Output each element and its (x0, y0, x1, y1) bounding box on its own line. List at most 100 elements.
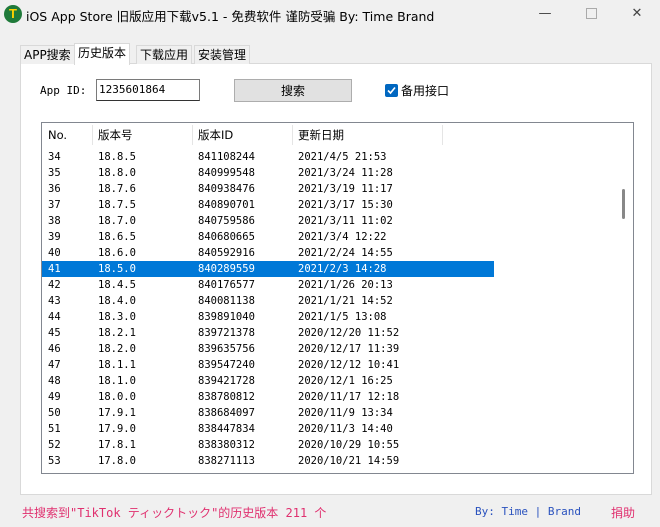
row-update-date: 2021/2/24 14:55 (298, 247, 393, 259)
row-update-date: 2020/12/17 11:39 (298, 343, 400, 355)
row-no: 39 (48, 231, 61, 243)
scrollbar-thumb[interactable] (622, 189, 625, 219)
tab-app-search[interactable]: APP搜索 (20, 45, 75, 64)
row-no: 53 (48, 455, 61, 467)
table-row[interactable]: 42 18.4.5 840176577 2021/1/26 20:13 (42, 277, 494, 293)
maximize-button[interactable] (568, 0, 614, 30)
row-version: 18.4.5 (98, 279, 136, 291)
table-row[interactable]: 49 18.0.0 838780812 2020/11/17 12:18 (42, 389, 494, 405)
row-version-id: 840890701 (198, 199, 255, 211)
row-version: 18.7.6 (98, 183, 136, 195)
table-row[interactable]: 48 18.1.0 839421728 2020/12/1 16:25 (42, 373, 494, 389)
column-header-version[interactable]: 版本号 (92, 123, 192, 147)
row-no: 45 (48, 327, 61, 339)
row-version: 18.6.0 (98, 247, 136, 259)
row-version-id: 840176577 (198, 279, 255, 291)
donate-link[interactable]: 捐助 (611, 504, 635, 521)
tab-download-app[interactable]: 下载应用 (136, 45, 193, 64)
row-version-id: 840759586 (198, 215, 255, 227)
row-version-id: 838684097 (198, 407, 255, 419)
backup-api-label[interactable]: 备用接口 (401, 82, 449, 99)
row-version-id: 838780812 (198, 391, 255, 403)
row-no: 40 (48, 247, 61, 259)
row-version: 18.1.0 (98, 375, 136, 387)
row-version: 18.8.0 (98, 167, 136, 179)
row-no: 36 (48, 183, 61, 195)
row-version-id: 840680665 (198, 231, 255, 243)
row-version-id: 840289559 (198, 263, 255, 275)
table-row[interactable]: 51 17.9.0 838447834 2020/11/3 14:40 (42, 421, 494, 437)
column-header-version-id[interactable]: 版本ID (192, 123, 292, 147)
row-version: 17.9.1 (98, 407, 136, 419)
row-version: 18.0.0 (98, 391, 136, 403)
version-list[interactable]: No. 版本号 版本ID 更新日期 34 18.8.5 841108244 2021/… (41, 122, 634, 474)
row-version-id: 839421728 (198, 375, 255, 387)
row-no: 49 (48, 391, 61, 403)
row-update-date: 2020/11/17 12:18 (298, 391, 400, 403)
minimize-button[interactable]: — (522, 0, 568, 30)
row-no: 37 (48, 199, 61, 211)
row-update-date: 2021/3/24 11:28 (298, 167, 393, 179)
row-update-date: 2021/1/26 20:13 (298, 279, 393, 291)
row-no: 44 (48, 311, 61, 323)
window-title: iOS App Store 旧版应用下载v5.1 - 免费软件 谨防受骗 By:… (26, 9, 435, 24)
table-row[interactable]: 36 18.7.6 840938476 2021/3/19 11:17 (42, 181, 494, 197)
table-row[interactable]: 41 18.5.0 840289559 2021/2/3 14:28 (42, 261, 494, 277)
row-update-date: 2021/3/11 11:02 (298, 215, 393, 227)
row-no: 38 (48, 215, 61, 227)
row-update-date: 2020/11/9 13:34 (298, 407, 393, 419)
row-version: 18.1.1 (98, 359, 136, 371)
row-version-id: 839635756 (198, 343, 255, 355)
row-no: 50 (48, 407, 61, 419)
table-row[interactable]: 37 18.7.5 840890701 2021/3/17 15:30 (42, 197, 494, 213)
tab-history-versions[interactable]: 历史版本 (74, 43, 131, 65)
table-row[interactable]: 50 17.9.1 838684097 2020/11/9 13:34 (42, 405, 494, 421)
row-version: 18.8.5 (98, 151, 136, 163)
column-header-update-date[interactable]: 更新日期 (292, 123, 442, 147)
row-no: 42 (48, 279, 61, 291)
table-row[interactable]: 34 18.8.5 841108244 2021/4/5 21:53 (42, 149, 494, 165)
row-version: 17.8.0 (98, 455, 136, 467)
table-row[interactable]: 40 18.6.0 840592916 2021/2/24 14:55 (42, 245, 494, 261)
maximize-icon (585, 8, 597, 19)
app-logo-icon: T (4, 5, 22, 23)
row-no: 34 (48, 151, 61, 163)
row-update-date: 2020/12/20 11:52 (298, 327, 400, 339)
close-button[interactable]: ✕ (614, 0, 660, 30)
table-row[interactable]: 47 18.1.1 839547240 2020/12/12 10:41 (42, 357, 494, 373)
table-row[interactable]: 39 18.6.5 840680665 2021/3/4 12:22 (42, 229, 494, 245)
row-no: 47 (48, 359, 61, 371)
table-row[interactable]: 44 18.3.0 839891040 2021/1/5 13:08 (42, 309, 494, 325)
backup-api-checkbox[interactable] (385, 84, 398, 97)
table-row[interactable]: 43 18.4.0 840081138 2021/1/21 14:52 (42, 293, 494, 309)
list-header: No. 版本号 版本ID 更新日期 (42, 123, 633, 147)
column-divider[interactable] (442, 125, 443, 145)
row-update-date: 2020/11/3 14:40 (298, 423, 393, 435)
row-update-date: 2021/1/5 13:08 (298, 311, 387, 323)
row-version-id: 838271113 (198, 455, 255, 467)
table-row[interactable]: 52 17.8.1 838380312 2020/10/29 10:55 (42, 437, 494, 453)
author-link[interactable]: By: Time | Brand (475, 505, 581, 518)
row-version: 18.2.1 (98, 327, 136, 339)
row-version-id: 841108244 (198, 151, 255, 163)
table-row[interactable]: 38 18.7.0 840759586 2021/3/11 11:02 (42, 213, 494, 229)
row-version: 18.3.0 (98, 311, 136, 323)
row-no: 51 (48, 423, 61, 435)
row-version-id: 839721378 (198, 327, 255, 339)
search-button[interactable]: 搜索 (234, 79, 352, 102)
row-update-date: 2021/3/19 11:17 (298, 183, 393, 195)
row-version-id: 838380312 (198, 439, 255, 451)
row-version: 18.7.5 (98, 199, 136, 211)
table-row[interactable]: 35 18.8.0 840999548 2021/3/24 11:28 (42, 165, 494, 181)
table-row[interactable]: 53 17.8.0 838271113 2020/10/21 14:59 (42, 453, 494, 469)
row-version-id: 840592916 (198, 247, 255, 259)
column-header-no[interactable]: No. (42, 123, 92, 147)
tab-install-manager[interactable]: 安装管理 (194, 45, 251, 64)
row-version: 17.9.0 (98, 423, 136, 435)
row-no: 43 (48, 295, 61, 307)
appid-input[interactable]: 1235601864 (96, 79, 200, 101)
row-no: 46 (48, 343, 61, 355)
table-row[interactable]: 45 18.2.1 839721378 2020/12/20 11:52 (42, 325, 494, 341)
table-row[interactable]: 46 18.2.0 839635756 2020/12/17 11:39 (42, 341, 494, 357)
row-no: 41 (48, 263, 61, 275)
